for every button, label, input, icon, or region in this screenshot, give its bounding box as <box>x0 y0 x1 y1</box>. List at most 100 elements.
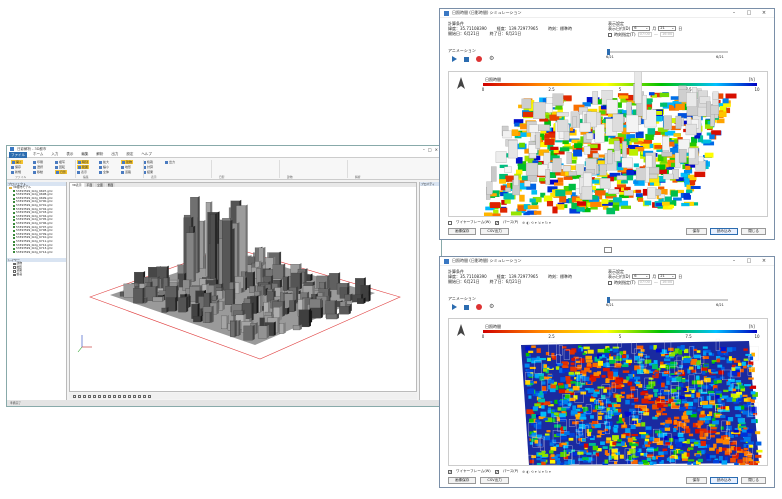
date-slider[interactable] <box>607 49 728 55</box>
view-tool-icon[interactable] <box>138 394 141 398</box>
ribbon-button[interactable]: 縮小 <box>99 165 109 169</box>
ribbon-button[interactable]: 保存 <box>11 165 21 169</box>
minimize-icon[interactable]: – <box>728 258 740 264</box>
view-tool-icon[interactable] <box>108 394 111 398</box>
simulation-view[interactable]: 日照時間[h]02.557.510 <box>448 318 768 466</box>
ribbon-tab[interactable]: ホーム <box>31 152 45 157</box>
ribbon-tab[interactable]: 出力 <box>109 152 120 157</box>
time-from-select[interactable]: 07:00 <box>637 280 652 285</box>
save-image-button[interactable]: 画像保存 <box>448 228 477 235</box>
view-tool-icons[interactable]: ⊕ ◐ ⟲ ▾ ⇲ ▾ ↻ ▾ <box>522 221 551 225</box>
ribbon-tab[interactable]: 設定 <box>124 152 135 157</box>
ribbon-button[interactable]: 複写 <box>55 160 65 164</box>
layer-checkbox[interactable] <box>13 270 16 273</box>
maximize-icon[interactable]: □ <box>428 147 432 152</box>
layer-checkbox[interactable] <box>13 273 16 277</box>
ribbon-button[interactable]: 開く <box>11 160 24 164</box>
date-slider[interactable] <box>607 297 728 303</box>
layer-checkbox[interactable] <box>13 266 16 269</box>
day-select[interactable]: 21 ⌄ <box>658 274 677 279</box>
close-icon[interactable]: × <box>758 10 770 16</box>
ribbon-button[interactable]: 建物 <box>121 160 134 164</box>
csv-export-button[interactable]: CSV出力 <box>480 477 509 484</box>
ribbon-button[interactable]: 回転 <box>55 165 65 169</box>
view-tool-icon[interactable] <box>118 394 121 398</box>
tree-item[interactable]: 53393599_bldg_6714.gml <box>7 250 66 255</box>
view-tool-icon[interactable] <box>103 394 106 398</box>
view-tool-icon[interactable] <box>143 394 146 398</box>
ribbon-button[interactable]: 表示 <box>77 170 87 174</box>
load-button[interactable]: 読み込み <box>709 228 739 235</box>
ribbon-button[interactable]: 植栽 <box>143 160 153 164</box>
ribbon-button[interactable]: 地形 <box>121 165 131 169</box>
perspective-checkbox[interactable] <box>494 469 499 474</box>
perspective-checkbox[interactable] <box>494 220 499 225</box>
play-icon[interactable] <box>452 304 457 310</box>
ribbon-button[interactable]: 拡大 <box>99 160 109 164</box>
maximize-icon[interactable]: □ <box>743 10 755 16</box>
close-icon[interactable]: × <box>435 147 438 152</box>
ribbon-button[interactable]: 結果 <box>143 170 153 174</box>
save-button[interactable]: 保存 <box>685 477 707 484</box>
time-to-select[interactable]: 16:00 <box>659 280 675 285</box>
view-tool-icon[interactable] <box>98 394 101 398</box>
view-tool-icon[interactable] <box>73 394 76 398</box>
record-icon[interactable] <box>476 56 482 62</box>
time-to-select[interactable]: 16:00 <box>659 32 675 37</box>
ribbon-button[interactable]: 全体 <box>99 170 109 174</box>
load-button[interactable]: 読み込み <box>709 477 739 484</box>
save-button[interactable]: 保存 <box>685 228 707 235</box>
settings-icon[interactable]: ⚙ <box>489 304 494 310</box>
settings-icon[interactable]: ⚙ <box>489 56 494 62</box>
view-tool-icon[interactable] <box>123 394 126 398</box>
ribbon-tab[interactable]: 表示 <box>64 152 75 157</box>
stop-icon[interactable] <box>464 304 469 310</box>
view-tool-icon[interactable] <box>113 394 116 398</box>
ribbon-button[interactable]: 範囲 <box>77 165 90 169</box>
time-from-select[interactable]: 07:00 <box>637 32 652 37</box>
ribbon-button[interactable]: 新規 <box>11 170 21 174</box>
save-image-button[interactable]: 画像保存 <box>448 477 477 484</box>
layer-checkbox[interactable] <box>13 262 16 266</box>
view-tool-icon[interactable] <box>88 394 91 398</box>
maximize-icon[interactable]: □ <box>743 258 755 264</box>
view-tool-icon[interactable] <box>128 394 131 398</box>
ribbon-tab[interactable]: 編集 <box>79 152 90 157</box>
close-icon[interactable]: × <box>758 258 770 264</box>
ribbon-button[interactable]: 印刷 <box>33 160 43 164</box>
close-button[interactable]: 閉じる <box>741 228 766 235</box>
csv-export-button[interactable]: CSV出力 <box>480 228 509 235</box>
record-icon[interactable] <box>476 304 482 310</box>
view-tool-icon[interactable] <box>133 394 136 398</box>
wireframe-checkbox[interactable] <box>448 469 452 474</box>
ribbon-button[interactable]: 道路 <box>121 170 131 174</box>
simulation-view[interactable]: 日照時間[h]02.557.510 <box>448 71 768 217</box>
minimize-icon[interactable]: – <box>423 147 425 152</box>
ribbon-button[interactable]: 計算 <box>143 165 153 169</box>
ribbon-tab[interactable]: ファイル <box>9 151 27 158</box>
close-button[interactable]: 閉じる <box>741 477 766 484</box>
ribbon-button[interactable]: 移動 <box>33 170 43 174</box>
3d-viewport[interactable]: 3D表示 平面 立面 断面 <box>69 182 417 392</box>
3d-city-model-view[interactable] <box>70 187 416 391</box>
month-select[interactable]: 6 ⌄ <box>632 274 651 279</box>
ribbon-tab[interactable]: ヘルプ <box>139 152 154 157</box>
time-specify-checkbox[interactable] <box>608 32 612 37</box>
view-tool-icon[interactable] <box>93 394 96 398</box>
time-specify-checkbox[interactable] <box>608 280 612 285</box>
ribbon-button[interactable]: 出力 <box>165 160 175 164</box>
stop-icon[interactable] <box>464 56 469 62</box>
view-tool-icon[interactable] <box>148 394 151 398</box>
layer-item[interactable]: 植栽 <box>7 272 66 277</box>
view-tool-icon[interactable] <box>78 394 81 398</box>
view-tool-icons[interactable]: ⊕ ◐ ⟲ ▾ ⇲ ▾ ↻ ▾ <box>522 470 551 474</box>
day-select[interactable]: 21 ⌄ <box>658 26 677 31</box>
ribbon-button[interactable]: 時刻 <box>77 160 90 164</box>
ribbon-button[interactable]: 選択 <box>33 165 43 169</box>
month-select[interactable]: 6 ⌄ <box>632 26 651 31</box>
ribbon-tab[interactable]: 解析 <box>94 152 105 157</box>
play-icon[interactable] <box>452 56 457 62</box>
minimize-icon[interactable]: – <box>728 10 740 16</box>
wireframe-checkbox[interactable] <box>448 220 452 225</box>
ribbon-button[interactable]: 日影 <box>55 170 68 174</box>
